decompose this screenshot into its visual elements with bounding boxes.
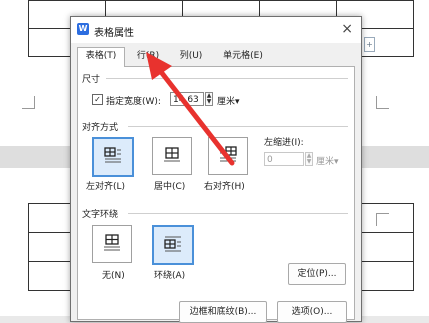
size-section-label: 尺寸 [82, 72, 101, 85]
width-unit-select[interactable]: 厘米▾ [217, 94, 240, 107]
align-left-icon [104, 147, 121, 163]
left-indent-input[interactable]: 0 [264, 152, 304, 166]
wrap-none-icon [104, 234, 120, 251]
position-button[interactable]: 定位(P)... [288, 263, 346, 285]
table-properties-dialog: W 表格属性 × 表格(T) 行(R) 列(U) 单元格(E) 尺寸 ✓ 指定宽… [70, 16, 362, 323]
align-left-label: 左对齐(L) [86, 182, 126, 192]
align-center-icon [164, 147, 180, 162]
align-right-label: 右对齐(H) [204, 182, 245, 192]
specify-width-label: 指定宽度(W): [106, 97, 161, 107]
page-corner-mark [376, 96, 389, 109]
wrap-none-option[interactable] [92, 225, 132, 263]
wrap-none-label: 无(N) [102, 271, 125, 281]
left-indent-label: 左缩进(I): [264, 138, 304, 148]
align-left-option[interactable] [92, 137, 134, 177]
page-corner-mark [22, 96, 35, 109]
wps-writer-icon: W [77, 23, 89, 35]
wrap-around-label: 环绕(A) [154, 271, 186, 281]
wrap-section-label: 文字环绕 [82, 207, 119, 220]
align-right-option[interactable] [208, 137, 248, 175]
dialog-title: 表格属性 [94, 28, 134, 39]
page-corner-mark [376, 213, 389, 226]
close-icon[interactable]: × [341, 21, 353, 37]
table-add-column-handle[interactable]: + [364, 37, 375, 52]
tab-row[interactable]: 行(R) [129, 48, 167, 65]
align-right-icon [220, 146, 237, 162]
align-center-label: 居中(C) [154, 182, 186, 192]
specify-width-checkbox[interactable]: ✓ [92, 94, 103, 105]
spinner-arrows-icon[interactable]: ▲ ▼ [205, 92, 213, 106]
wrap-around-icon [164, 236, 181, 252]
width-input[interactable]: 14.63 [170, 92, 204, 106]
divider [128, 126, 348, 127]
tab-panel-table: 尺寸 ✓ 指定宽度(W): 14.63 ▲▼ 厘米▾ 对齐方式 左对齐(L) [77, 66, 355, 320]
tab-table[interactable]: 表格(T) [77, 47, 125, 67]
dialog-titlebar: W 表格属性 × [71, 17, 361, 43]
borders-shading-button[interactable]: 边框和底纹(B)... [179, 301, 267, 323]
divider [128, 213, 348, 214]
tab-cell[interactable]: 单元格(E) [215, 48, 271, 65]
divider [106, 78, 348, 79]
options-button[interactable]: 选项(O)... [277, 301, 347, 323]
indent-unit-select[interactable]: 厘米▾ [316, 154, 339, 167]
tab-column[interactable]: 列(U) [173, 48, 209, 65]
wrap-around-option[interactable] [152, 225, 194, 265]
spinner-arrows-icon[interactable]: ▲ ▼ [305, 152, 313, 166]
align-center-option[interactable] [152, 137, 192, 175]
alignment-section-label: 对齐方式 [82, 120, 119, 133]
